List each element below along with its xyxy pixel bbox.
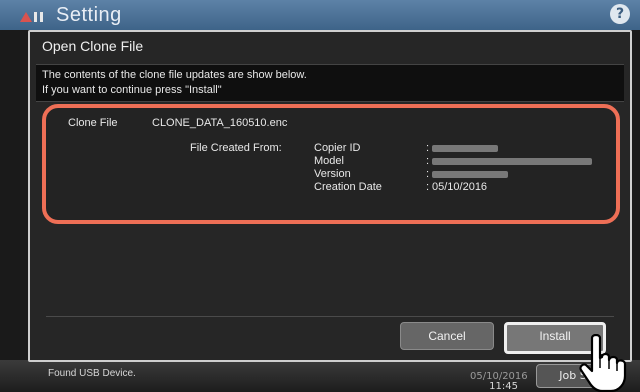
copier-id-label: Copier ID — [314, 142, 361, 154]
creation-date-value: 05/10/2016 — [432, 181, 488, 193]
model-colon: : — [426, 155, 430, 167]
status-message: Found USB Device. — [48, 368, 136, 379]
message-panel: The contents of the clone file updates a… — [36, 64, 624, 102]
open-clone-file-dialog: Open Clone File The contents of the clon… — [28, 30, 632, 362]
copier-id-redacted — [432, 145, 498, 152]
datetime: 05/10/2016 11:45 — [470, 372, 528, 392]
logo-icon — [20, 12, 43, 22]
creation-date-colon: : — [426, 181, 430, 193]
version-label: Version — [314, 168, 351, 180]
clone-file-value: CLONE_DATA_160510.enc — [152, 117, 288, 129]
copier-id-colon: : — [426, 142, 430, 154]
model-redacted — [432, 158, 592, 165]
cancel-button[interactable]: Cancel — [400, 322, 494, 350]
hand-pointer-icon — [579, 334, 627, 392]
creation-date-label: Creation Date — [314, 181, 382, 193]
message-line-1: The contents of the clone file updates a… — [42, 69, 307, 81]
help-icon[interactable]: ? — [610, 4, 630, 24]
model-label: Model — [314, 155, 344, 167]
time-text: 11:45 — [489, 381, 518, 392]
file-created-from-label: File Created From: — [190, 142, 282, 154]
clone-info-box: Clone File CLONE_DATA_160510.enc File Cr… — [42, 104, 620, 224]
version-colon: : — [426, 168, 430, 180]
clone-file-label: Clone File — [68, 117, 118, 129]
message-line-2: If you want to continue press "Install" — [42, 84, 222, 96]
app-title: Setting — [56, 4, 122, 26]
dialog-title: Open Clone File — [42, 38, 144, 54]
divider — [46, 316, 614, 317]
app-header: Setting ? — [0, 0, 640, 30]
version-redacted — [432, 171, 508, 178]
